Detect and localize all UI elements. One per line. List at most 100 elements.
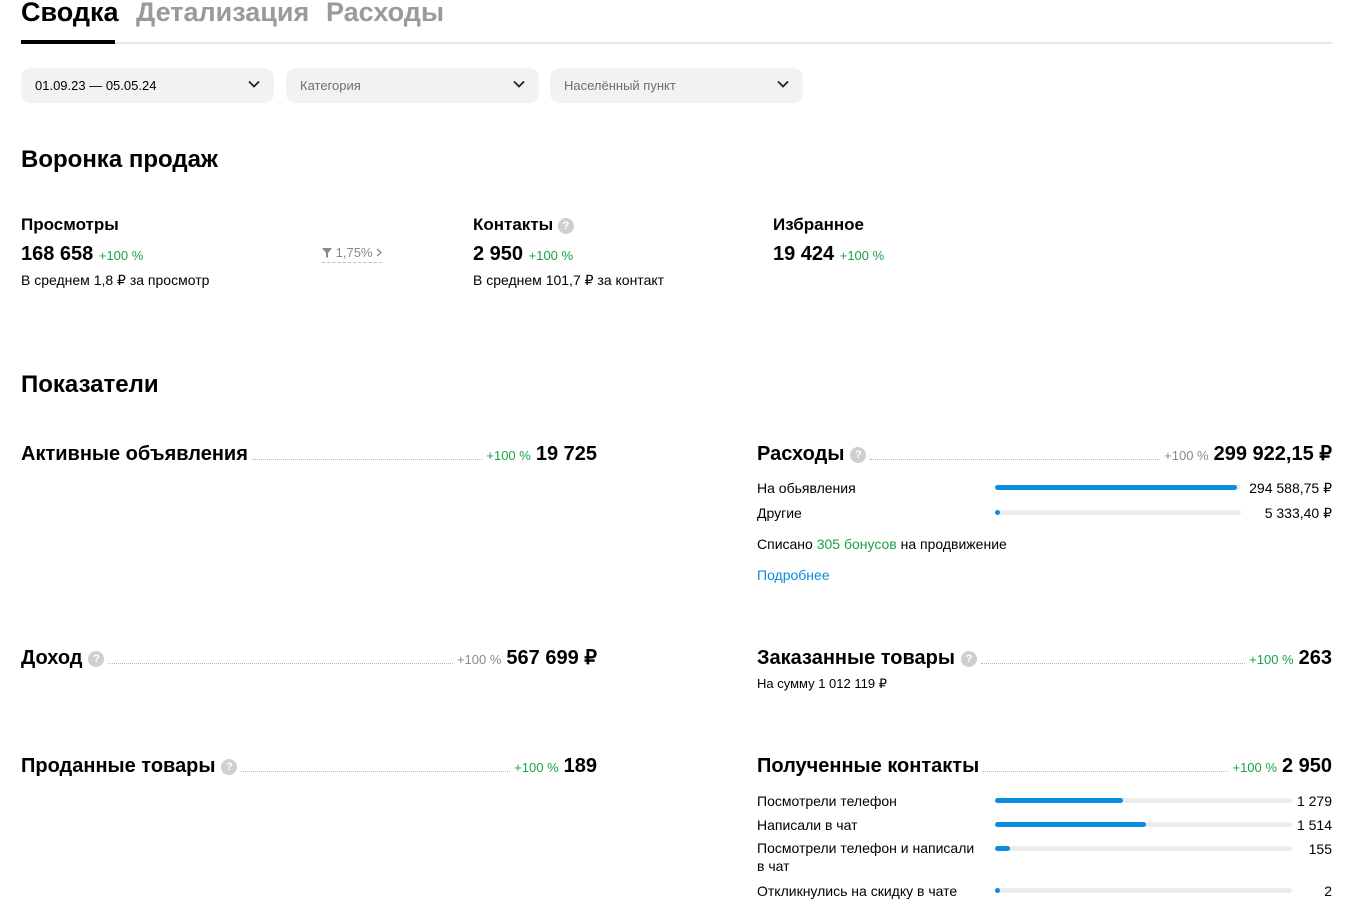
question-icon[interactable]: ? <box>221 759 238 775</box>
expenses-metric: Расходы ? +100 % 299 922,15 ₽ <box>757 440 1332 466</box>
category-select[interactable]: Категория <box>286 68 539 103</box>
sold-goods-label: Проданные товары <box>21 755 216 777</box>
expense-bar-fill <box>995 485 1237 490</box>
active-ads-delta: +100 % <box>486 448 531 463</box>
dotted-leader <box>108 663 453 664</box>
contacts-value: 2 950 <box>473 243 524 265</box>
expense-bar-fill <box>995 510 1000 515</box>
active-ads-value: 19 725 <box>535 443 597 465</box>
ordered-goods-label: Заказанные товары <box>757 647 955 669</box>
received-contacts-delta: +100 % <box>1232 760 1277 775</box>
chevron-down-icon <box>248 80 260 88</box>
ordered-goods-delta: +100 % <box>1249 652 1294 667</box>
income-value: 567 699 ₽ <box>506 647 597 669</box>
contacts-row-label: Посмотрели телефон <box>757 793 897 809</box>
sold-goods-value: 189 <box>563 755 597 777</box>
contacts-row: Посмотрели телефон 1 279 <box>757 791 1332 811</box>
bonus-note: Списано 305 бонусов на продвижение <box>757 535 1007 553</box>
contacts-row-value: 1 279 <box>1296 793 1332 809</box>
bonus-amount: 305 бонусов <box>816 536 897 552</box>
received-contacts-label: Полученные контакты <box>757 755 980 777</box>
city-select[interactable]: Населённый пункт <box>550 68 803 103</box>
conversion-link[interactable]: 1,75% <box>322 244 383 263</box>
favorites-value-row: 19 424 +100 % <box>773 242 884 268</box>
tab-summary[interactable]: Сводка <box>21 0 119 32</box>
dotted-leader <box>251 459 483 460</box>
bonus-prefix: Списано <box>757 536 813 552</box>
dotted-leader <box>983 771 1229 772</box>
expense-bar-track <box>995 485 1241 490</box>
contacts-average: В среднем 101,7 ₽ за контакт <box>473 272 665 288</box>
contacts-row-label-line1: Посмотрели телефон и написали <box>757 840 975 856</box>
received-contacts-value: 2 950 <box>1281 755 1332 777</box>
active-ads-label: Активные объявления <box>21 443 248 465</box>
expense-bar-track <box>995 510 1241 515</box>
contacts-bar-fill <box>995 846 1011 851</box>
expenses-value: 299 922,15 ₽ <box>1213 443 1332 465</box>
chevron-down-icon <box>777 80 789 88</box>
ordered-goods-sum: На сумму 1 012 119 ₽ <box>757 676 887 691</box>
expenses-delta: +100 % <box>1164 448 1209 463</box>
question-icon[interactable]: ? <box>557 217 574 234</box>
contacts-bar-fill <box>995 822 1147 827</box>
contacts-row-value: 2 <box>1324 883 1332 899</box>
expense-row-value: 294 588,75 ₽ <box>1249 480 1332 496</box>
contacts-bar-track <box>995 822 1292 827</box>
question-icon[interactable]: ? <box>850 447 867 463</box>
views-value-row: 168 658 +100 % <box>21 242 143 268</box>
bonus-suffix: на продвижение <box>900 536 1007 552</box>
question-icon[interactable]: ? <box>88 651 105 667</box>
city-placeholder: Населённый пункт <box>564 78 676 93</box>
contacts-row-label-line2: в чат <box>757 858 790 874</box>
ordered-goods-value: 263 <box>1298 647 1332 669</box>
favorites-value: 19 424 <box>773 243 835 265</box>
income-label: Доход <box>21 647 83 669</box>
contacts-row-value: 155 <box>1308 841 1332 857</box>
chevron-right-icon <box>376 248 383 257</box>
tab-bar: Сводка Детализация Расходы <box>21 0 1332 44</box>
contacts-row-label: Посмотрели телефон и написали в чат <box>757 839 974 875</box>
contacts-bar-track <box>995 888 1292 893</box>
contacts-row-value: 1 514 <box>1296 817 1332 833</box>
contacts-delta: +100 % <box>528 248 574 263</box>
chevron-down-icon <box>513 80 525 88</box>
more-details-link[interactable]: Подробнее <box>757 566 830 584</box>
sold-goods-delta: +100 % <box>514 760 559 775</box>
contacts-row: Написали в чат 1 514 <box>757 815 1332 835</box>
active-tab-indicator <box>21 40 115 44</box>
category-placeholder: Категория <box>300 78 361 93</box>
contacts-row: Откликнулись на скидку в чате 2 <box>757 881 1332 901</box>
income-metric: Доход ? +100 % 567 699 ₽ <box>21 644 597 670</box>
dotted-leader <box>241 771 511 772</box>
conversion-value: 1,75% <box>335 245 373 260</box>
favorites-label: Избранное <box>773 215 864 234</box>
contacts-value-row: 2 950 +100 % <box>473 242 573 268</box>
expense-row: Другие 5 333,40 ₽ <box>757 503 1332 523</box>
period-select[interactable]: 01.09.23 — 05.05.24 <box>21 68 274 103</box>
contacts-bar-track <box>995 846 1292 851</box>
contacts-row: Посмотрели телефон и написали в чат 155 <box>757 839 1332 875</box>
views-value: 168 658 <box>21 243 94 265</box>
expenses-label: Расходы <box>757 443 845 465</box>
views-average: В среднем 1,8 ₽ за просмотр <box>21 272 210 288</box>
sold-goods-metric: Проданные товары ? +100 % 189 <box>21 752 597 778</box>
funnel-title: Воронка продаж <box>21 146 218 173</box>
dotted-leader <box>870 459 1161 460</box>
received-contacts-metric: Полученные контакты +100 % 2 950 <box>757 752 1332 778</box>
tab-expenses[interactable]: Расходы <box>326 0 444 32</box>
expense-row-value: 5 333,40 ₽ <box>1264 505 1332 521</box>
views-label: Просмотры <box>21 215 119 234</box>
favorites-delta: +100 % <box>839 248 885 263</box>
contacts-row-label: Откликнулись на скидку в чате <box>757 883 958 899</box>
indicators-title: Показатели <box>21 371 159 398</box>
question-icon[interactable]: ? <box>960 651 977 667</box>
tab-details[interactable]: Детализация <box>136 0 309 32</box>
funnel-icon <box>322 248 332 258</box>
contacts-bar-fill <box>995 888 1000 893</box>
contacts-label: Контакты <box>473 215 554 234</box>
contacts-bar-track <box>995 798 1292 803</box>
income-delta: +100 % <box>456 652 502 667</box>
dotted-leader <box>980 663 1246 664</box>
contacts-label-row: Контакты ? <box>473 215 574 235</box>
expense-row-label: Другие <box>757 505 802 521</box>
